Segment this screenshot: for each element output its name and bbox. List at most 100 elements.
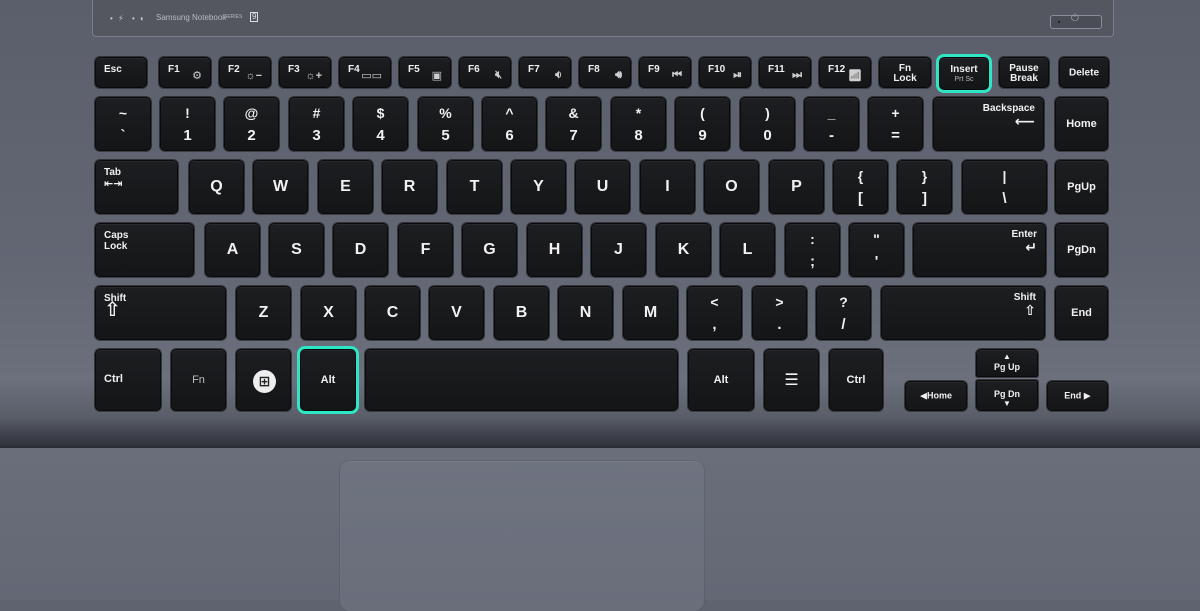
key-fn[interactable]: Fn [171, 349, 226, 411]
key-fn-lock[interactable]: Fn Lock [879, 57, 931, 88]
key-r[interactable]: R [382, 160, 437, 214]
key-a[interactable]: A [205, 223, 260, 277]
key-quote[interactable]: " ' [849, 223, 904, 277]
key-z[interactable]: Z [236, 286, 291, 340]
key-equals[interactable]: + = [868, 97, 923, 151]
series-label: SERIES [224, 14, 243, 20]
key-arrow-down-pgdn[interactable]: Pg Dn ▼ [976, 380, 1038, 411]
indicator-dot: • [110, 14, 113, 23]
key-home[interactable]: Home [1055, 97, 1108, 151]
key-enter[interactable]: Enter ↵ [913, 223, 1046, 277]
key-caps-lock[interactable]: Caps Lock [95, 223, 194, 277]
key-d[interactable]: D [333, 223, 388, 277]
key-1[interactable]: ! 1 [160, 97, 215, 151]
key-2[interactable]: @2 [224, 97, 279, 151]
key-pgdn[interactable]: PgDn [1055, 223, 1108, 277]
key-g[interactable]: G [462, 223, 517, 277]
key-backtick[interactable]: ~ ` [95, 97, 151, 151]
key-c[interactable]: C [365, 286, 420, 340]
power-icon: ⏻ [1071, 13, 1079, 24]
key-slash[interactable]: ? / [816, 286, 871, 340]
key-v[interactable]: V [429, 286, 484, 340]
key-semicolon[interactable]: :; [785, 223, 840, 277]
key-o[interactable]: O [704, 160, 759, 214]
backspace-arrow-icon: ⟵ [1014, 113, 1035, 129]
key-j[interactable]: J [591, 223, 646, 277]
key-7[interactable]: & 7 [546, 97, 601, 151]
power-button[interactable]: ⏻ [1050, 13, 1102, 29]
key-shift-right[interactable]: Shift ⇧ [881, 286, 1045, 340]
key-m[interactable]: M [623, 286, 678, 340]
key-f7[interactable]: F7 🔉︎ [519, 57, 571, 88]
key-x[interactable]: X [301, 286, 356, 340]
key-t[interactable]: T [447, 160, 502, 214]
play-pause-icon: ⏯ [733, 69, 742, 81]
key-f5[interactable]: F5 ▣ [399, 57, 451, 88]
key-9[interactable]: (9 [675, 97, 730, 151]
key-arrow-right-end[interactable]: End ▶ [1047, 381, 1108, 411]
key-delete[interactable]: Delete [1059, 57, 1109, 88]
key-arrow-up-pgup[interactable]: ▲ Pg Up [976, 349, 1038, 377]
key-tab[interactable]: Tab ⇤⇥ [95, 160, 178, 214]
key-f12[interactable]: F12 📶︎ [819, 57, 871, 88]
brightness-down-icon: ☼− [245, 70, 262, 82]
key-f[interactable]: F [398, 223, 453, 277]
series-number: 9 [250, 12, 259, 22]
key-f8[interactable]: F8 🔊︎ [579, 57, 631, 88]
key-8[interactable]: * 8 [611, 97, 666, 151]
context-menu-icon: ☰ [784, 372, 799, 389]
key-f4[interactable]: F4 ▭▭ [339, 57, 391, 88]
key-comma[interactable]: <, [687, 286, 742, 340]
key-f6[interactable]: F6 🔇︎ [459, 57, 511, 88]
key-f1[interactable]: F1 ⚙ [159, 57, 211, 88]
key-ctrl-left[interactable]: Ctrl [95, 349, 161, 411]
key-pause-break[interactable]: Pause Break [999, 57, 1049, 88]
key-6[interactable]: ^ 6 [482, 97, 537, 151]
key-u[interactable]: U [575, 160, 630, 214]
key-p[interactable]: P [769, 160, 824, 214]
key-w[interactable]: W [253, 160, 308, 214]
key-f9[interactable]: F9 ⏮ [639, 57, 691, 88]
volume-down-icon: 🔉︎ [555, 69, 562, 81]
key-k[interactable]: K [656, 223, 711, 277]
key-y[interactable]: Y [511, 160, 566, 214]
key-left-bracket[interactable]: {[ [833, 160, 888, 214]
key-f3[interactable]: F3 ☼+ [279, 57, 331, 88]
key-n[interactable]: N [558, 286, 613, 340]
key-windows[interactable]: ⊞ [236, 349, 291, 411]
key-e[interactable]: E [318, 160, 373, 214]
key-f10[interactable]: F10 ⏯ [699, 57, 751, 88]
key-alt-left[interactable]: Alt [297, 346, 359, 414]
key-arrow-left-home[interactable]: ◀Home [905, 381, 967, 411]
key-5[interactable]: % 5 [418, 97, 473, 151]
key-end[interactable]: End [1055, 286, 1108, 340]
key-right-bracket[interactable]: }] [897, 160, 952, 214]
key-spacebar[interactable] [365, 349, 678, 411]
key-alt-right[interactable]: Alt [688, 349, 754, 411]
key-h[interactable]: H [527, 223, 582, 277]
key-period[interactable]: >. [752, 286, 807, 340]
key-f11[interactable]: F11 ⏭ [759, 57, 811, 88]
key-3[interactable]: #3 [289, 97, 344, 151]
indicator-dot: • [132, 14, 135, 23]
key-0[interactable]: ) 0 [740, 97, 795, 151]
key-shift-left[interactable]: Shift ⇧ [95, 286, 226, 340]
key-i[interactable]: I [640, 160, 695, 214]
key-s[interactable]: S [269, 223, 324, 277]
key-esc[interactable]: Esc [95, 57, 147, 88]
key-ctrl-right[interactable]: Ctrl [829, 349, 883, 411]
key-minus[interactable]: _ - [804, 97, 859, 151]
key-backspace[interactable]: Backspace ⟵ [933, 97, 1044, 151]
key-l[interactable]: L [720, 223, 775, 277]
key-4[interactable]: $4 [353, 97, 408, 151]
display-switch-icon: ▭▭ [361, 70, 382, 82]
key-q[interactable]: Q [189, 160, 244, 214]
key-pgup[interactable]: PgUp [1055, 160, 1108, 214]
key-insert[interactable]: Insert Prt Sc [936, 54, 992, 93]
touchpad[interactable] [340, 461, 704, 611]
key-b[interactable]: B [494, 286, 549, 340]
key-backslash[interactable]: | \ [962, 160, 1047, 214]
previous-track-icon: ⏮ [672, 69, 682, 81]
key-f2[interactable]: F2 ☼− [219, 57, 271, 88]
key-menu[interactable]: ☰ [764, 349, 819, 411]
